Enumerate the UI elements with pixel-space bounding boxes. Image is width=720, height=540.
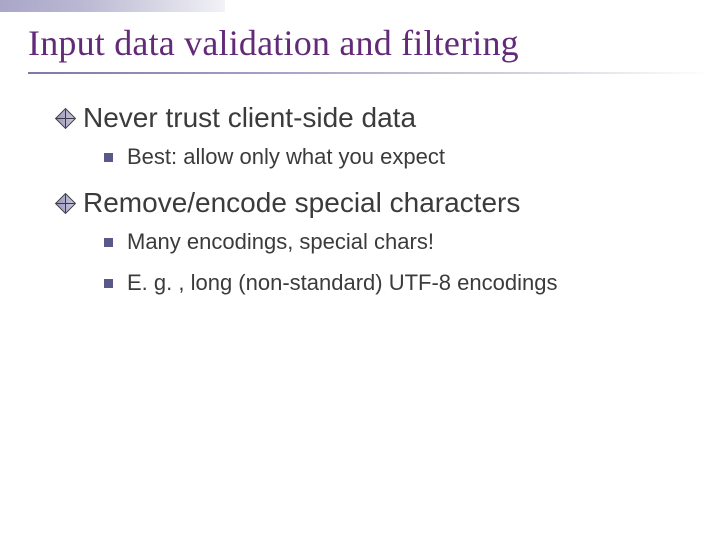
decorative-top-bar [0,0,225,12]
slide-title: Input data validation and filtering [28,22,700,64]
bullet-level1: Never trust client-side data [58,100,690,135]
bullet-text: E. g. , long (non-standard) UTF-8 encodi… [127,269,557,297]
title-underline [28,72,710,74]
bullet-level2: Best: allow only what you expect [104,143,690,171]
square-bullet-icon [104,279,113,288]
diamond-bullet-icon [55,192,76,213]
bullet-level1: Remove/encode special characters [58,185,690,220]
square-bullet-icon [104,238,113,247]
square-bullet-icon [104,153,113,162]
bullet-text: Many encodings, special chars! [127,228,434,256]
slide: Input data validation and filtering Neve… [0,0,720,540]
diamond-bullet-icon [55,108,76,129]
bullet-text: Best: allow only what you expect [127,143,445,171]
bullet-level2: E. g. , long (non-standard) UTF-8 encodi… [104,269,690,297]
bullet-level2: Many encodings, special chars! [104,228,690,256]
slide-body: Never trust client-side data Best: allow… [58,100,690,311]
bullet-text: Remove/encode special characters [83,185,520,220]
bullet-text: Never trust client-side data [83,100,416,135]
